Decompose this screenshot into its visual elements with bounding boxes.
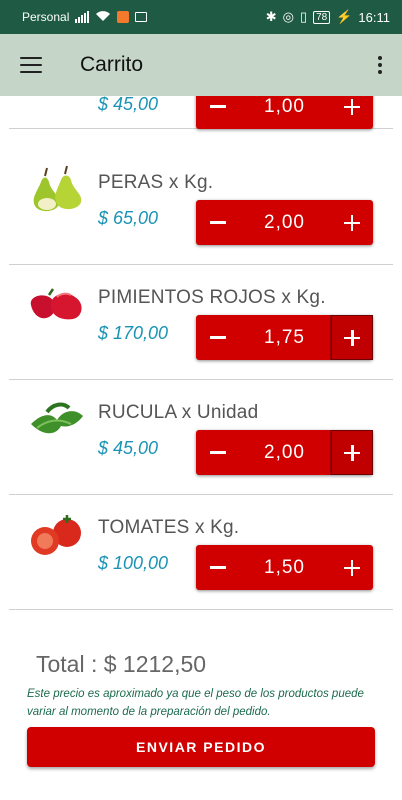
item-name: RUCULA x Unidad bbox=[98, 402, 259, 423]
item-price: $ 100,00 bbox=[98, 553, 169, 573]
item-name: TOMATES x Kg. bbox=[98, 517, 240, 538]
charging-icon: ⚡ bbox=[336, 9, 353, 24]
decrease-button[interactable] bbox=[196, 96, 239, 129]
quantity-stepper: 1,00 bbox=[196, 96, 373, 129]
decrease-button[interactable] bbox=[196, 200, 239, 245]
cart-total: Total : $ 1212,50 bbox=[36, 651, 207, 677]
quantity-value: 1,00 bbox=[264, 96, 305, 117]
item-name: PERAS x Kg. bbox=[98, 172, 214, 193]
app-bar: Carrito bbox=[0, 34, 402, 96]
signal-icon bbox=[75, 11, 90, 23]
decrease-button[interactable] bbox=[196, 545, 239, 590]
item-price: $ 65,00 bbox=[98, 208, 159, 228]
minus-icon bbox=[209, 105, 226, 108]
increase-button[interactable] bbox=[330, 315, 373, 360]
battery-icon: 78 bbox=[313, 10, 331, 24]
increase-button[interactable] bbox=[330, 200, 373, 245]
red-peppers-image bbox=[30, 288, 82, 320]
increase-button[interactable] bbox=[330, 96, 373, 129]
increase-button[interactable] bbox=[330, 545, 373, 590]
cart-list[interactable]: $ 45,00 1,00 PERAS x Kg. $ 65,00 2,00 PI… bbox=[9, 96, 393, 611]
cart-item: $ 45,00 1,00 bbox=[9, 96, 393, 129]
decrease-button[interactable] bbox=[196, 315, 239, 360]
send-order-button[interactable]: ENVIAR PEDIDO bbox=[27, 727, 375, 767]
status-bar: Personal ✱ ◎ ▯ 78 ⚡ 16:11 bbox=[0, 0, 402, 34]
decrease-button[interactable] bbox=[196, 430, 239, 475]
quantity-stepper: 1,75 bbox=[196, 315, 373, 360]
location-icon: ◎ bbox=[282, 9, 294, 24]
plus-icon bbox=[343, 559, 360, 576]
clock: 16:11 bbox=[358, 9, 390, 25]
item-price: $ 45,00 bbox=[98, 438, 159, 458]
plus-icon bbox=[343, 214, 360, 231]
page-title: Carrito bbox=[80, 53, 144, 76]
cart-item: PIMIENTOS ROJOS x Kg. $ 170,00 1,75 bbox=[9, 265, 393, 380]
item-price: $ 170,00 bbox=[98, 323, 169, 343]
cart-item: RUCULA x Unidad $ 45,00 2,00 bbox=[9, 380, 393, 495]
carrier-label: Personal bbox=[22, 10, 70, 24]
wifi-icon bbox=[95, 10, 111, 25]
cart-item: TOMATES x Kg. $ 100,00 1,50 bbox=[9, 495, 393, 610]
minus-icon bbox=[209, 336, 226, 339]
quantity-stepper: 1,50 bbox=[196, 545, 373, 590]
arugula-image bbox=[31, 402, 83, 434]
pears-image bbox=[33, 165, 82, 212]
vibrate-icon: ▯ bbox=[299, 9, 308, 24]
quantity-value: 2,00 bbox=[264, 441, 305, 463]
bluetooth-icon: ✱ bbox=[265, 9, 277, 24]
quantity-stepper: 2,00 bbox=[196, 430, 373, 475]
quantity-stepper: 2,00 bbox=[196, 200, 373, 245]
cart-footer: Total : $ 1212,50 Este precio es aproxim… bbox=[9, 611, 393, 800]
plus-icon bbox=[343, 98, 360, 115]
menu-icon[interactable] bbox=[20, 57, 42, 73]
price-disclaimer: Este precio es aproximado ya que el peso… bbox=[27, 688, 364, 718]
plus-icon bbox=[344, 444, 360, 461]
item-price: $ 45,00 bbox=[98, 96, 159, 114]
mail-icon bbox=[135, 12, 148, 22]
tomatoes-image bbox=[31, 515, 81, 555]
quantity-value: 1,50 bbox=[264, 556, 305, 578]
minus-icon bbox=[209, 221, 226, 224]
quantity-value: 1,75 bbox=[264, 326, 305, 348]
item-name: PIMIENTOS ROJOS x Kg. bbox=[98, 287, 326, 308]
more-options-icon[interactable] bbox=[378, 56, 382, 74]
increase-button[interactable] bbox=[330, 430, 373, 475]
app-notification-icon bbox=[117, 11, 130, 23]
cart-item: PERAS x Kg. $ 65,00 2,00 bbox=[9, 150, 393, 265]
plus-icon bbox=[344, 329, 360, 346]
minus-icon bbox=[209, 451, 226, 454]
quantity-value: 2,00 bbox=[264, 211, 305, 233]
minus-icon bbox=[209, 566, 226, 569]
